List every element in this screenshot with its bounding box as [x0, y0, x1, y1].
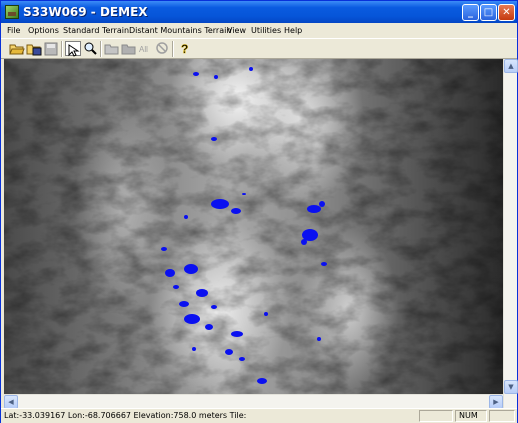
menu-utilities[interactable]: Utilities	[251, 26, 281, 35]
help-label: ?	[181, 42, 188, 56]
save-as-icon[interactable]	[26, 41, 42, 56]
minimize-button[interactable]: _	[462, 4, 479, 21]
app-window: S33W069 - DEMEX _ □ ✕ File Options Stand…	[0, 0, 518, 423]
scroll-down-icon[interactable]: ▼	[504, 380, 518, 394]
menu-file[interactable]: File	[7, 26, 20, 35]
help-icon[interactable]: ?	[177, 41, 193, 57]
menu-view[interactable]: View	[227, 26, 246, 35]
folder-gray-icon[interactable]	[104, 41, 120, 56]
num-indicator: NUM	[455, 410, 487, 422]
status-panel-empty-2	[489, 410, 515, 422]
title-bar[interactable]: S33W069 - DEMEX _ □ ✕	[1, 1, 517, 23]
menu-distant-mountains-terrain[interactable]: Distant Mountains Terrain	[129, 26, 231, 35]
status-bar: Lat:-33.039167 Lon:-68.706667 Elevation:…	[1, 408, 517, 423]
elevation-image	[4, 59, 503, 394]
all-label: All	[139, 45, 148, 54]
save-icon[interactable]	[43, 41, 59, 56]
menu-help[interactable]: Help	[284, 26, 302, 35]
status-panel-empty	[419, 410, 453, 422]
scroll-up-icon[interactable]: ▲	[504, 59, 518, 73]
open-folder-icon[interactable]	[9, 41, 25, 56]
all-icon[interactable]: All	[138, 41, 154, 56]
app-icon[interactable]	[5, 5, 19, 19]
toolbar: All ?	[1, 38, 517, 59]
zoom-icon[interactable]	[82, 41, 98, 56]
close-button[interactable]: ✕	[498, 4, 515, 21]
status-text: Lat:-33.039167 Lon:-68.706667 Elevation:…	[4, 411, 247, 420]
scroll-right-icon[interactable]: ▶	[489, 395, 503, 409]
no-icon[interactable]	[154, 41, 170, 56]
scroll-left-icon[interactable]: ◀	[4, 395, 18, 409]
menu-options[interactable]: Options	[28, 26, 59, 35]
vertical-scrollbar[interactable]: ▲ ▼	[503, 59, 518, 408]
folder-gray-2-icon[interactable]	[121, 41, 137, 56]
select-arrow-icon[interactable]	[65, 41, 81, 57]
menu-standard-terrain[interactable]: Standard Terrain	[63, 26, 129, 35]
horizontal-scrollbar[interactable]: ◀ ▶	[4, 394, 503, 409]
menu-bar: File Options Standard Terrain Distant Mo…	[1, 23, 517, 38]
maximize-button[interactable]: □	[480, 4, 497, 21]
terrain-map[interactable]	[4, 59, 503, 394]
window-title: S33W069 - DEMEX	[23, 5, 148, 19]
